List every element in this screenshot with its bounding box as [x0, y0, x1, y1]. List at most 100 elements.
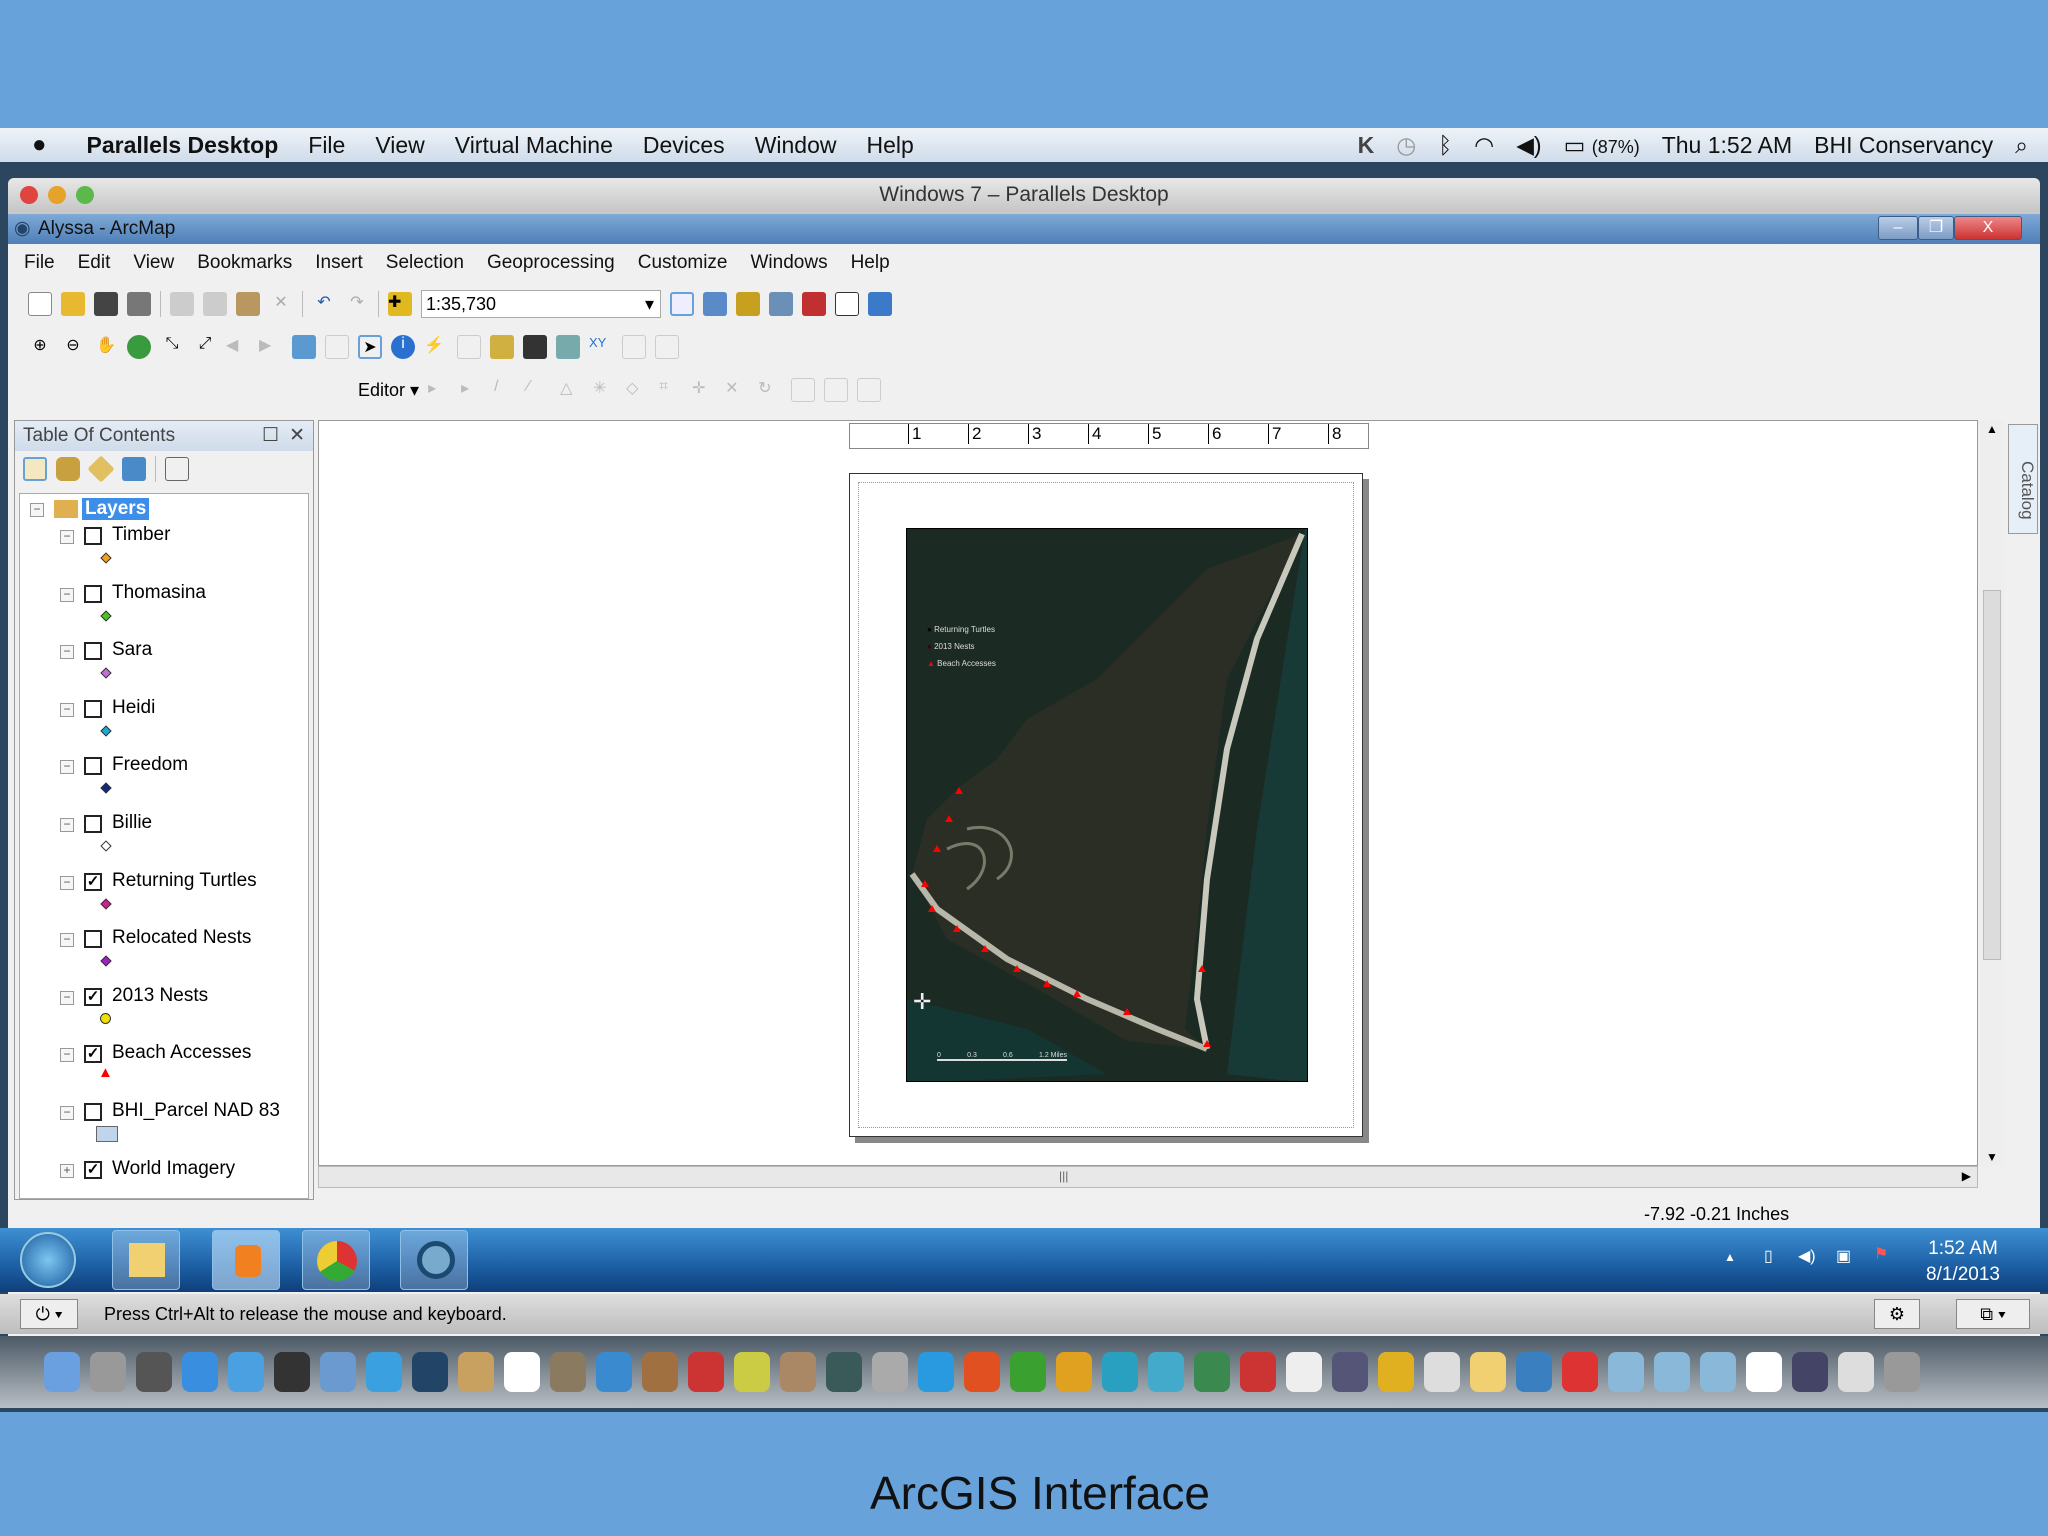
layer-item[interactable]: − Heidi	[20, 697, 308, 753]
map-scale-combobox[interactable]: 1:35,730 ▾	[421, 290, 661, 318]
layer-name[interactable]: Sara	[112, 639, 152, 661]
find-route-icon[interactable]	[556, 335, 580, 359]
taskbar-arcmap[interactable]	[400, 1230, 468, 1290]
layer-item[interactable]: − ✓ Returning Turtles	[20, 870, 308, 926]
menu-edit[interactable]: Edit	[78, 252, 111, 282]
catalog-icon[interactable]	[736, 292, 760, 316]
time-slider-icon[interactable]	[622, 335, 646, 359]
search-window-icon[interactable]	[769, 292, 793, 316]
restore-button[interactable]: ❐	[1918, 216, 1954, 240]
layer-item[interactable]: − ✓ Beach Accesses ▲	[20, 1042, 308, 1098]
power-button[interactable]: ⏻ ▾	[20, 1299, 78, 1329]
identify-icon[interactable]: i	[391, 335, 415, 359]
time-machine-icon[interactable]: ◷	[1396, 132, 1416, 159]
viewer-window-icon[interactable]	[655, 335, 679, 359]
collapse-icon[interactable]: −	[60, 587, 74, 602]
menu-file[interactable]: File	[24, 252, 55, 282]
undo-icon[interactable]: ↶	[312, 292, 336, 316]
open-icon[interactable]	[61, 292, 85, 316]
tray-volume-icon[interactable]: ◀)	[1798, 1246, 1816, 1266]
stickies-icon[interactable]	[1424, 1352, 1460, 1392]
zoom-button[interactable]	[76, 186, 94, 204]
layer-visibility-checkbox[interactable]	[84, 1103, 102, 1121]
close-button[interactable]: X	[1954, 216, 2022, 240]
tray-device-icon[interactable]: ▯	[1764, 1246, 1773, 1266]
paste-icon[interactable]	[236, 292, 260, 316]
mission-control-icon[interactable]	[136, 1352, 172, 1392]
measure-icon[interactable]	[490, 335, 514, 359]
user-name[interactable]: BHI Conservancy	[1814, 132, 1993, 159]
photo-booth-icon[interactable]	[412, 1352, 448, 1392]
forward-icon[interactable]: ▶	[259, 335, 283, 359]
select-features-icon[interactable]	[292, 335, 316, 359]
collapse-icon[interactable]: −	[60, 875, 74, 890]
battery-icon[interactable]: ▭	[1564, 132, 1586, 158]
layer-item[interactable]: − ✓ 2013 Nests	[20, 985, 308, 1041]
layer-visibility-checkbox[interactable]: ✓	[84, 1045, 102, 1064]
mac-menu-devices[interactable]: Devices	[643, 132, 725, 159]
list-by-visibility-icon[interactable]	[87, 455, 115, 483]
fixed-zoom-out-icon[interactable]: ⤢	[193, 335, 217, 359]
menu-view[interactable]: View	[133, 252, 174, 282]
close-button[interactable]	[20, 186, 38, 204]
dashboard-icon[interactable]	[274, 1352, 310, 1392]
layout-view[interactable]: 12345678 ● Returning Turtles ● 2013 Nest…	[318, 420, 1978, 1166]
layer-visibility-checkbox[interactable]: ✓	[84, 872, 102, 891]
mac-menu-view[interactable]: View	[375, 132, 424, 159]
layer-visibility-checkbox[interactable]	[84, 699, 102, 718]
menu-insert[interactable]: Insert	[315, 252, 363, 282]
full-extent-icon[interactable]	[127, 335, 151, 359]
layer-name[interactable]: Freedom	[112, 754, 188, 776]
menu-geoprocessing[interactable]: Geoprocessing	[487, 252, 615, 282]
layer-item[interactable]: − Freedom	[20, 754, 308, 810]
app-store-icon[interactable]	[182, 1352, 218, 1392]
file-icon[interactable]	[1746, 1352, 1782, 1392]
layer-item[interactable]: − Thomasina	[20, 582, 308, 638]
select-elements-icon[interactable]: ➤	[358, 335, 382, 359]
layer-visibility-checkbox[interactable]	[84, 930, 102, 949]
editor-toolbar-icon[interactable]	[670, 292, 694, 316]
list-by-drawing-order-icon[interactable]	[23, 457, 47, 481]
layer-name[interactable]: Returning Turtles	[112, 870, 257, 892]
safari-icon[interactable]	[228, 1352, 264, 1392]
layer-item[interactable]: − Sara	[20, 639, 308, 695]
mac-menu-help[interactable]: Help	[867, 132, 914, 159]
garageband-icon[interactable]	[780, 1352, 816, 1392]
parallels-icon[interactable]	[1240, 1352, 1276, 1392]
layer-name[interactable]: Relocated Nests	[112, 927, 251, 949]
outlook-icon[interactable]	[1056, 1352, 1092, 1392]
show-hidden-icons[interactable]: ▲	[1724, 1250, 1736, 1264]
layer-name[interactable]: BHI_Parcel NAD 83	[112, 1100, 280, 1122]
collapse-icon[interactable]: −	[60, 818, 74, 832]
python-window-icon[interactable]	[835, 292, 859, 316]
expand-icon[interactable]: +	[60, 1163, 74, 1178]
copy-icon[interactable]	[203, 292, 227, 316]
pan-icon[interactable]: ✋	[94, 335, 118, 359]
editor-menu[interactable]: Editor ▾	[358, 380, 419, 401]
minimize-button[interactable]: –	[1878, 216, 1918, 240]
layer-name[interactable]: Billie	[112, 812, 152, 834]
vmware-icon[interactable]	[1332, 1352, 1368, 1392]
back-icon[interactable]: ◀	[226, 335, 250, 359]
hyperterminal-icon[interactable]	[1792, 1352, 1828, 1392]
collapse-icon[interactable]: −	[60, 1048, 74, 1063]
collapse-icon[interactable]: −	[60, 760, 74, 775]
collapse-icon[interactable]: −	[60, 702, 74, 717]
clock[interactable]: Thu 1:52 AM	[1662, 132, 1792, 159]
calendar-icon[interactable]	[504, 1352, 540, 1392]
system-prefs-icon[interactable]	[872, 1352, 908, 1392]
options-icon[interactable]	[165, 457, 189, 481]
cut-icon[interactable]	[170, 292, 194, 316]
chrome-icon[interactable]	[1562, 1352, 1598, 1392]
k-icon[interactable]: K	[1358, 132, 1375, 159]
collapse-icon[interactable]: −	[30, 503, 44, 517]
screen-icon[interactable]	[1838, 1352, 1874, 1392]
word-icon[interactable]	[918, 1352, 954, 1392]
horizontal-scrollbar[interactable]: ||| ▶	[318, 1166, 1978, 1188]
menu-selection[interactable]: Selection	[386, 252, 464, 282]
layer-name[interactable]: World Imagery	[112, 1158, 235, 1180]
menu-bookmarks[interactable]: Bookmarks	[197, 252, 292, 282]
menu-customize[interactable]: Customize	[638, 252, 728, 282]
minimize-button[interactable]	[48, 186, 66, 204]
applications-icon[interactable]	[1608, 1352, 1644, 1392]
